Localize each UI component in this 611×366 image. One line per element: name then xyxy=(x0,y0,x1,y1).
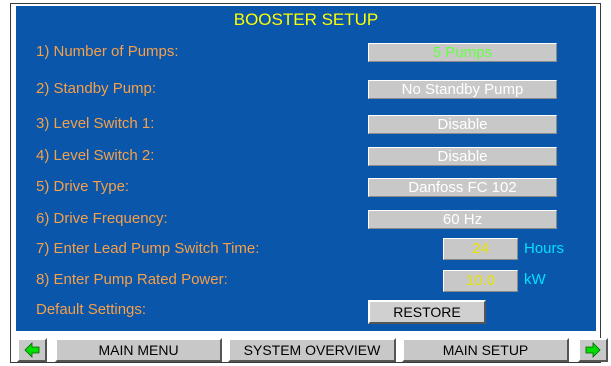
pump-rated-power-input[interactable]: 10.0 xyxy=(443,270,518,292)
lead-pump-switch-time-input[interactable]: 24 xyxy=(443,238,518,260)
main-setup-button[interactable]: MAIN SETUP xyxy=(402,338,569,362)
left-arrow-icon xyxy=(24,342,40,358)
standby-pump-field[interactable]: No Standby Pump xyxy=(368,80,557,99)
kw-unit: kW xyxy=(524,271,546,288)
label-level-switch-1: 3) Level Switch 1: xyxy=(36,115,155,132)
drive-frequency-field[interactable]: 60 Hz xyxy=(368,210,557,229)
system-overview-button[interactable]: SYSTEM OVERVIEW xyxy=(228,338,396,362)
level-switch-2-field[interactable]: Disable xyxy=(368,147,557,166)
restore-button[interactable]: RESTORE xyxy=(368,300,486,324)
page-title: BOOSTER SETUP xyxy=(233,10,379,29)
label-level-switch-2: 4) Level Switch 2: xyxy=(36,147,155,164)
drive-type-field[interactable]: Danfoss FC 102 xyxy=(368,178,557,197)
label-drive-type: 5) Drive Type: xyxy=(36,178,130,195)
label-default-settings: Default Settings: xyxy=(36,301,147,318)
label-standby-pump: 2) Standby Pump: xyxy=(36,80,157,97)
next-screen-button[interactable] xyxy=(578,338,608,362)
previous-screen-button[interactable] xyxy=(17,338,47,362)
label-lead-pump-switch-time: 7) Enter Lead Pump Switch Time: xyxy=(36,240,260,257)
label-pump-rated-power: 8) Enter Pump Rated Power: xyxy=(36,271,228,288)
booster-setup-panel: BOOSTER SETUP 1) Number of Pumps: 5 Pump… xyxy=(16,6,596,331)
number-of-pumps-field[interactable]: 5 Pumps xyxy=(368,43,557,62)
label-number-of-pumps: 1) Number of Pumps: xyxy=(36,43,179,60)
right-arrow-icon xyxy=(585,342,601,358)
level-switch-1-field[interactable]: Disable xyxy=(368,115,557,134)
label-drive-frequency: 6) Drive Frequency: xyxy=(36,210,168,227)
hours-unit: Hours xyxy=(524,240,565,257)
main-menu-button[interactable]: MAIN MENU xyxy=(55,338,222,362)
